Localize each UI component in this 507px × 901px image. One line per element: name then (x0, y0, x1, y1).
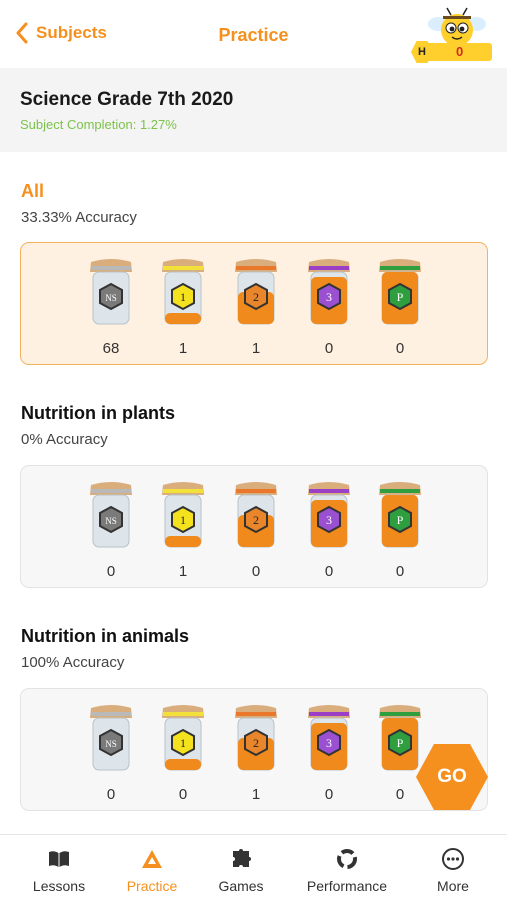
level-card-nutrition-in-plants[interactable]: NS 0 1 1 2 0 3 0 P 0 (20, 465, 488, 588)
triangle-practice-icon (142, 850, 162, 868)
jar-level-1-icon: 1 (162, 705, 204, 771)
jar-count: 0 (178, 786, 188, 803)
jar-badge-label: NS (105, 516, 117, 526)
jar-count: 1 (251, 786, 261, 803)
nav-label: More (437, 878, 469, 894)
jar-badge-label: NS (105, 293, 117, 303)
jar-count: 1 (178, 340, 188, 357)
jar-count: 1 (178, 563, 188, 580)
jar-level-1-icon: 1 (162, 259, 204, 325)
section-title-nutrition-in-animals[interactable]: Nutrition in animals (21, 626, 189, 647)
nav-more[interactable]: More (403, 835, 503, 901)
jar-count: 0 (106, 786, 116, 803)
jar-level-3-icon: 3 (308, 259, 350, 325)
jar-badge-label: NS (105, 739, 117, 749)
jar-badge-label: 1 (180, 290, 186, 304)
performance-ring-icon (337, 849, 357, 869)
jar-proficient-icon: P (379, 482, 421, 548)
nav-label: Performance (306, 878, 388, 894)
section-title-nutrition-in-plants[interactable]: Nutrition in plants (21, 403, 175, 424)
puzzle-icon (233, 849, 251, 867)
jar-badge-label: 1 (180, 513, 186, 527)
jar-badge-label: 1 (180, 736, 186, 750)
section-title-all[interactable]: All (21, 181, 44, 202)
section-accuracy: 0% Accuracy (21, 431, 108, 448)
jar-level-2-icon: 2 (235, 259, 277, 325)
section-accuracy: 100% Accuracy (21, 654, 125, 671)
bottom-nav: Lessons Practice Games Performance More (0, 834, 507, 901)
jar-badge-label: 2 (253, 736, 259, 750)
nav-lessons[interactable]: Lessons (9, 835, 109, 901)
jar-badge-label: 2 (253, 513, 259, 527)
jar-not-started-icon: NS (90, 705, 132, 771)
jar-level-2-icon: 2 (235, 482, 277, 548)
jar-count: 0 (324, 786, 334, 803)
jar-count: 0 (251, 563, 261, 580)
honey-counter[interactable]: H 0 (411, 41, 492, 63)
jar-level-3-icon: 3 (308, 482, 350, 548)
nav-practice[interactable]: Practice (102, 835, 202, 901)
book-icon (49, 851, 69, 867)
level-card-all[interactable]: NS 68 1 1 2 1 3 0 P 0 (20, 242, 488, 365)
jar-not-started-icon: NS (90, 259, 132, 325)
jar-count: 0 (324, 563, 334, 580)
jar-badge-label: 3 (326, 513, 332, 527)
jar-badge-label: P (397, 513, 404, 527)
jar-badge-label: 3 (326, 290, 332, 304)
jar-count: 0 (395, 340, 405, 357)
more-dots-icon (442, 848, 464, 870)
section-accuracy: 33.33% Accuracy (21, 209, 137, 226)
jar-badge-label: P (397, 290, 404, 304)
jar-count: 0 (106, 563, 116, 580)
jar-count: 1 (251, 340, 261, 357)
nav-label: Games (218, 878, 264, 894)
jar-badge-label: P (397, 736, 404, 750)
nav-label: Practice (126, 878, 178, 894)
jar-proficient-icon: P (379, 259, 421, 325)
level-card-nutrition-in-animals[interactable]: NS 0 1 0 2 1 3 0 P 0 (20, 688, 488, 811)
subject-name: Science Grade 7th 2020 (20, 89, 234, 110)
jar-count: 0 (395, 786, 405, 803)
top-bar: Subjects Practice H 0 (0, 0, 507, 68)
jar-level-2-icon: 2 (235, 705, 277, 771)
subject-header: Science Grade 7th 2020 Subject Completio… (0, 68, 507, 152)
jar-count: 0 (395, 563, 405, 580)
jar-not-started-icon: NS (90, 482, 132, 548)
nav-games[interactable]: Games (191, 835, 291, 901)
jar-level-3-icon: 3 (308, 705, 350, 771)
honey-count: 0 (456, 44, 464, 59)
jar-count: 68 (102, 340, 120, 357)
jar-level-1-icon: 1 (162, 482, 204, 548)
jar-proficient-icon: P (379, 705, 421, 771)
jar-badge-label: 2 (253, 290, 259, 304)
jar-count: 0 (324, 340, 334, 357)
jar-badge-label: 3 (326, 736, 332, 750)
subject-completion: Subject Completion: 1.27% (20, 117, 177, 132)
nav-performance[interactable]: Performance (297, 835, 397, 901)
nav-label: Lessons (32, 878, 86, 894)
